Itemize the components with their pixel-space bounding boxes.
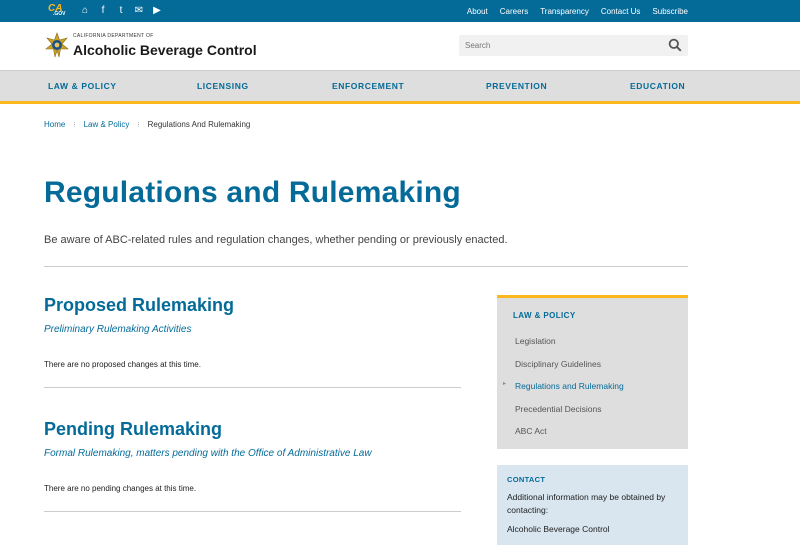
ca-gov-logo[interactable]: CA .GOV	[48, 3, 68, 19]
breadcrumb-current: Regulations And Rulemaking	[147, 120, 251, 129]
search-icon[interactable]	[668, 38, 682, 52]
side-nav-item-abc-act[interactable]: ABC Act	[515, 426, 547, 436]
search-input[interactable]	[465, 35, 645, 56]
breadcrumb-home[interactable]: Home	[44, 120, 65, 129]
active-marker-icon: ▸	[503, 381, 507, 387]
nav-law-policy[interactable]: LAW & POLICY	[48, 71, 117, 101]
section-pending-heading: Pending Rulemaking	[44, 419, 223, 439]
side-nav: LAW & POLICY Legislation Disciplinary Gu…	[497, 295, 688, 449]
page-lede: Be aware of ABC-related rules and regula…	[44, 234, 508, 246]
dept-title[interactable]: Alcoholic Beverage Control	[73, 42, 257, 58]
contact-text: Additional information may be obtained b…	[507, 492, 666, 515]
email-icon[interactable]: ✉	[130, 4, 148, 18]
side-nav-title: LAW & POLICY	[513, 311, 576, 320]
nav-prevention[interactable]: PREVENTION	[486, 71, 547, 101]
section-proposed-subheading: Preliminary Rulemaking Activities	[44, 324, 192, 335]
utility-link-about[interactable]: About	[467, 7, 488, 16]
divider	[44, 387, 461, 388]
nav-education[interactable]: EDUCATION	[630, 71, 685, 101]
main-nav: LAW & POLICY LICENSING ENFORCEMENT PREVE…	[0, 70, 800, 104]
divider	[44, 266, 688, 267]
side-nav-item-precedential-decisions[interactable]: Precedential Decisions	[515, 404, 601, 414]
search-box	[459, 35, 688, 56]
section-pending-subheading: Formal Rulemaking, matters pending with …	[44, 448, 372, 459]
facebook-icon[interactable]: f	[94, 4, 112, 18]
twitter-icon[interactable]: t	[112, 4, 130, 18]
section-proposed-body: There are no proposed changes at this ti…	[44, 360, 201, 369]
utility-bar: CA .GOV ⌂ f t ✉ ▶ About Careers Transpar…	[0, 0, 800, 22]
breadcrumb: Home ⁝ Law & Policy ⁝ Regulations And Ru…	[44, 120, 250, 129]
utility-links: About Careers Transparency Contact Us Su…	[455, 0, 688, 22]
contact-box: CONTACT Additional information may be ob…	[497, 465, 688, 545]
section-proposed-heading: Proposed Rulemaking	[44, 295, 235, 315]
side-nav-item-regulations-rulemaking[interactable]: Regulations and Rulemaking	[515, 381, 624, 391]
breadcrumb-separator: ⁝	[137, 121, 140, 129]
home-icon[interactable]: ⌂	[76, 4, 94, 18]
utility-link-transparency[interactable]: Transparency	[540, 7, 589, 16]
divider	[44, 511, 461, 512]
section-pending-body: There are no pending changes at this tim…	[44, 484, 197, 493]
breadcrumb-separator: ⁝	[73, 121, 76, 129]
contact-org: Alcoholic Beverage Control	[507, 524, 610, 534]
side-nav-item-disciplinary-guidelines[interactable]: Disciplinary Guidelines	[515, 359, 601, 369]
youtube-icon[interactable]: ▶	[148, 4, 166, 18]
utility-link-careers[interactable]: Careers	[500, 7, 528, 16]
abc-seal-icon[interactable]	[44, 32, 70, 58]
nav-enforcement[interactable]: ENFORCEMENT	[332, 71, 404, 101]
utility-link-contact-us[interactable]: Contact Us	[601, 7, 641, 16]
page-title: Regulations and Rulemaking	[44, 176, 461, 209]
dept-subtitle: CALIFORNIA DEPARTMENT OF	[73, 33, 154, 39]
contact-title: CONTACT	[507, 475, 546, 484]
social-icons: ⌂ f t ✉ ▶	[76, 4, 166, 18]
utility-link-subscribe[interactable]: Subscribe	[652, 7, 688, 16]
side-nav-item-legislation[interactable]: Legislation	[515, 336, 556, 346]
nav-licensing[interactable]: LICENSING	[197, 71, 249, 101]
ca-gov-logo-sub: .GOV	[53, 11, 66, 17]
breadcrumb-law-policy[interactable]: Law & Policy	[84, 120, 130, 129]
